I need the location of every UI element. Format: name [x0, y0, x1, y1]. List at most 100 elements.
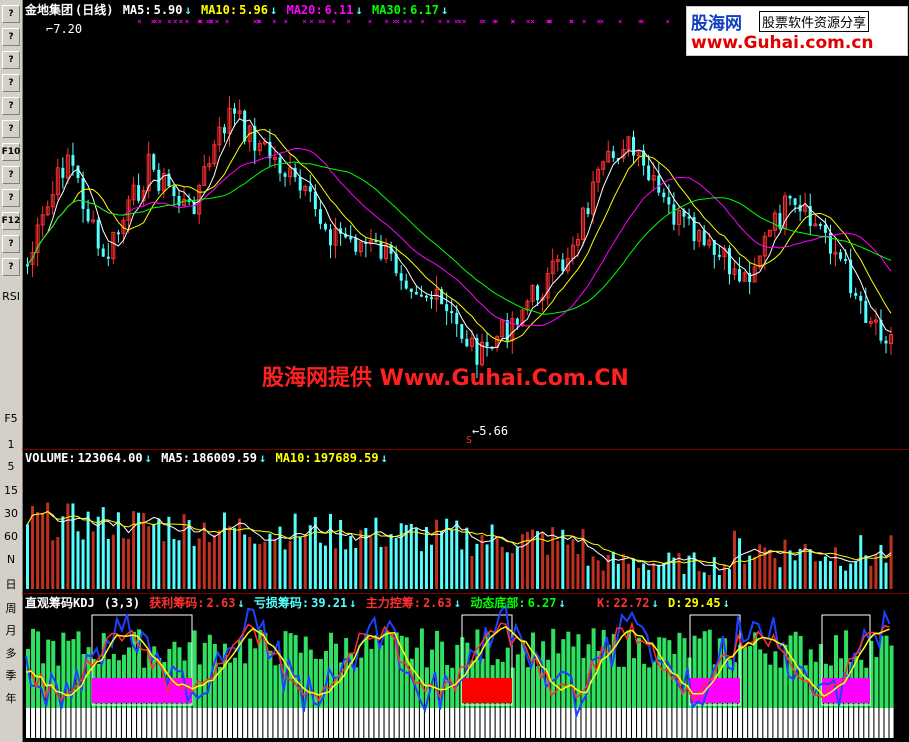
chip-bar-white	[733, 708, 737, 738]
volume-bar	[207, 542, 211, 589]
chip-bar-green	[632, 658, 636, 708]
toolbar-button-1[interactable]: ?	[2, 28, 20, 46]
signal-marker: ×	[173, 17, 178, 26]
candle-body	[222, 127, 226, 134]
chip-bar-white	[172, 708, 177, 738]
candle-body	[632, 136, 635, 156]
toolbar-item-12[interactable]: 季	[0, 667, 22, 683]
chip-bar-white	[207, 708, 212, 738]
chip-bar-white	[76, 708, 81, 738]
chip-bar-white	[763, 708, 768, 738]
volume-bar	[586, 565, 590, 589]
chip-bar-white	[233, 708, 238, 738]
signal-marker: ×	[302, 17, 307, 26]
toolbar-item-7[interactable]: N	[0, 553, 22, 566]
volume-bar	[278, 526, 282, 589]
toolbar-item-0[interactable]: RSI	[0, 290, 22, 303]
signal-marker: ×	[256, 17, 261, 26]
volume-bar	[233, 527, 237, 589]
chip-bar-white	[470, 708, 475, 738]
toolbar-item-3[interactable]: 5	[0, 460, 22, 473]
toolbar-button-2[interactable]: ?	[2, 51, 20, 69]
chip-bar-white	[253, 708, 258, 738]
chip-bar-white	[41, 708, 46, 738]
chip-bar-white	[515, 708, 520, 738]
chip-bar-green	[445, 665, 450, 708]
chip-bar-white	[61, 708, 66, 738]
volume-bar	[424, 526, 428, 589]
candle-body	[71, 155, 75, 166]
chip-bar-white	[586, 708, 591, 738]
loss-chips-label: 亏损筹码:	[253, 596, 310, 610]
chip-bar-green	[662, 637, 667, 708]
volume-bar	[778, 567, 782, 589]
arrow-down-icon: ↓	[453, 596, 462, 610]
chip-bar-white	[187, 708, 192, 738]
candle-body	[793, 198, 797, 205]
volume-chart-panel[interactable]	[22, 449, 909, 594]
ma5-value: 5.90	[153, 3, 183, 17]
toolbar-button-3[interactable]: ?	[2, 74, 20, 92]
toolbar-item-5[interactable]: 30	[0, 507, 22, 520]
vol-ma10-value: 197689.59	[313, 451, 379, 465]
toolbar-item-6[interactable]: 60	[0, 530, 22, 543]
toolbar-button-8[interactable]: ?	[2, 189, 20, 207]
chip-bar-green	[677, 632, 682, 708]
toolbar-item-4[interactable]: 15	[0, 484, 22, 497]
chip-bar-white	[36, 708, 41, 738]
candle-body	[738, 268, 742, 282]
volume-bar	[364, 528, 368, 589]
toolbar-button-6[interactable]: F10	[2, 143, 20, 161]
toolbar-button-10[interactable]: ?	[2, 235, 20, 253]
chip-bar-white	[581, 708, 586, 738]
signal-marker: ×	[403, 17, 408, 26]
chip-bar-white	[435, 708, 440, 738]
chip-bar-green	[273, 665, 278, 708]
chip-bar-white	[430, 708, 434, 738]
chip-bar-white	[440, 708, 445, 738]
chip-bar-white	[783, 708, 788, 738]
d-value: 29.45	[684, 596, 721, 610]
toolbar-item-13[interactable]: 年	[0, 690, 22, 706]
toolbar-button-5[interactable]: ?	[2, 120, 20, 138]
toolbar-button-0[interactable]: ?	[2, 5, 20, 23]
chip-bar-white	[485, 708, 490, 738]
toolbar-item-1[interactable]: F5	[0, 412, 22, 425]
chip-bar-green	[621, 666, 626, 708]
chip-bar-white	[834, 708, 838, 738]
chip-bar-white	[707, 708, 712, 738]
candle-body	[460, 324, 464, 339]
volume-bar	[753, 556, 757, 589]
indicator-chart-canvas[interactable]	[22, 593, 909, 742]
volume-bar	[783, 539, 787, 589]
volume-chart-canvas[interactable]	[22, 449, 909, 593]
chip-bar-green	[778, 667, 783, 708]
toolbar-button-9[interactable]: F12	[2, 212, 20, 230]
volume-bar	[707, 574, 711, 589]
chip-bar-white	[212, 708, 217, 738]
chip-bar-white	[525, 708, 530, 738]
signal-marker: ×	[454, 17, 459, 26]
volume-bar	[202, 522, 206, 589]
chip-bar-white	[541, 708, 546, 738]
toolbar-item-10[interactable]: 月	[0, 622, 22, 638]
indicator-chart-panel[interactable]	[22, 593, 909, 742]
candle-body	[586, 208, 590, 215]
toolbar-item-8[interactable]: 日	[0, 576, 22, 592]
chip-bar-white	[127, 708, 131, 738]
chip-bar-green	[773, 651, 778, 708]
candle-body	[106, 256, 110, 259]
toolbar-button-7[interactable]: ?	[2, 166, 20, 184]
volume-bar	[495, 535, 499, 589]
toolbar-item-11[interactable]: 多	[0, 645, 22, 661]
toolbar-button-11[interactable]: ?	[2, 258, 20, 276]
volume-bar	[258, 544, 262, 589]
toolbar-item-9[interactable]: 周	[0, 600, 22, 616]
candle-body	[884, 340, 888, 344]
chip-bar-white	[748, 708, 753, 738]
toolbar-item-2[interactable]: 1	[0, 438, 22, 451]
k-value: 22.72	[613, 596, 650, 610]
toolbar-button-4[interactable]: ?	[2, 97, 20, 115]
chip-bar-white	[632, 708, 636, 738]
volume-bar	[167, 516, 171, 589]
